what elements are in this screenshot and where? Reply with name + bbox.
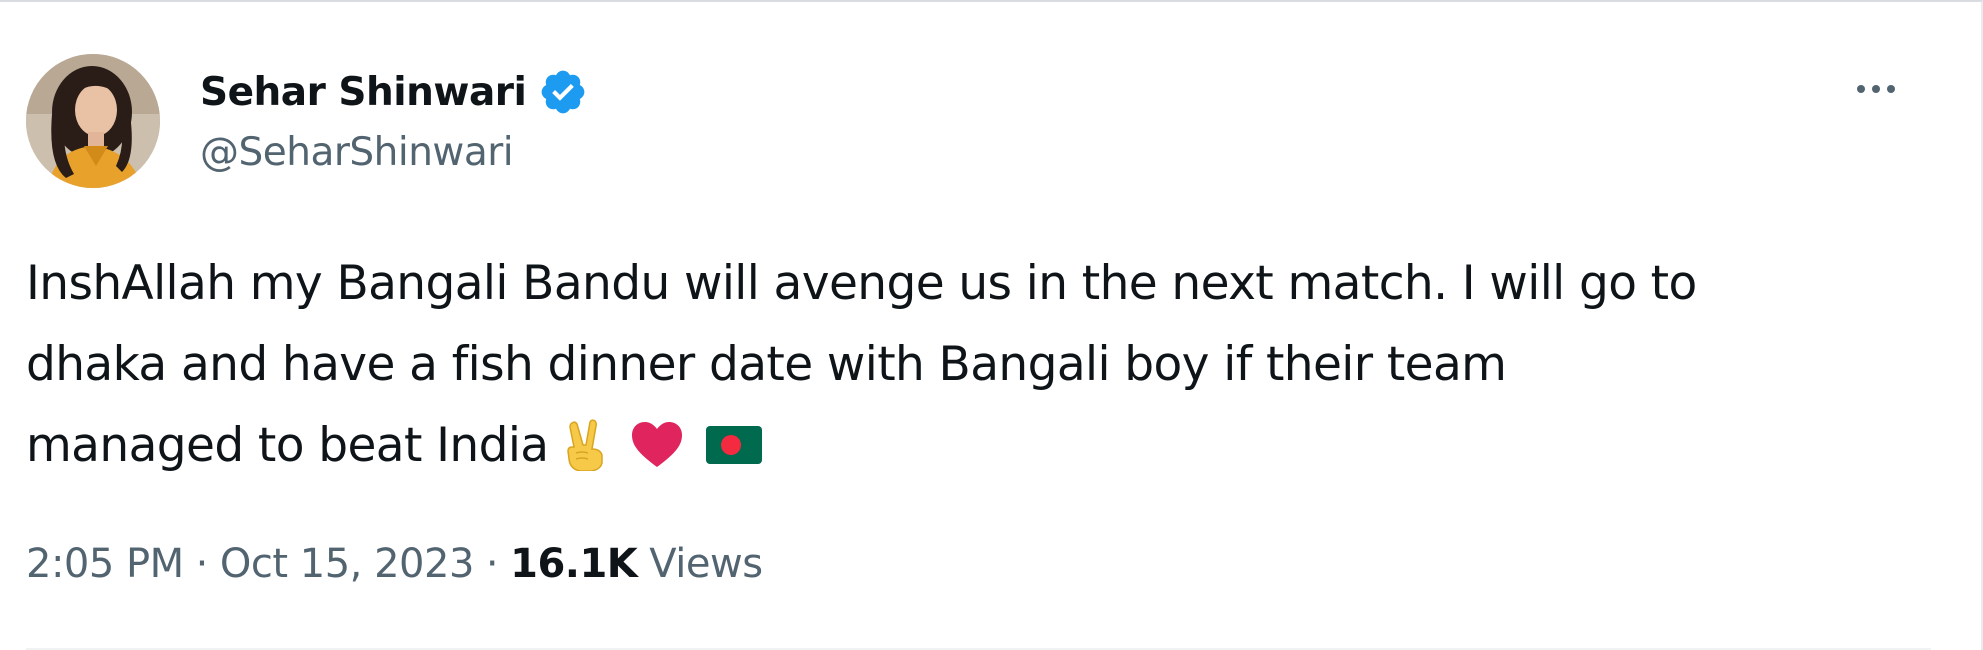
- author-display-name[interactable]: Sehar Shinwari: [200, 70, 527, 115]
- author-avatar[interactable]: [26, 54, 160, 188]
- bangladesh-flag-emoji-icon: [706, 425, 763, 464]
- tweet-text-line-content: managed to beat India: [26, 418, 549, 473]
- meta-separator: ·: [195, 541, 209, 587]
- verified-badge-icon[interactable]: [538, 67, 588, 117]
- more-options-icon[interactable]: [1846, 72, 1906, 106]
- emoji-row: [562, 418, 763, 471]
- tweet-meta: 2:05 PM · Oct 15, 2023 · 16.1K Views: [26, 536, 763, 592]
- more-dot: [1857, 85, 1865, 93]
- views-count: 16.1K: [510, 541, 638, 587]
- more-dot: [1872, 85, 1880, 93]
- profile-photo-image: [26, 54, 160, 188]
- tweet-time[interactable]: 2:05 PM: [26, 541, 184, 587]
- tweet-card: Sehar Shinwari @SeharShinwari InshAllah …: [0, 0, 1983, 650]
- views-label: Views: [649, 541, 763, 587]
- tweet-text-line: InshAllah my Bangali Bandu will avenge u…: [26, 256, 1697, 311]
- tweet-date[interactable]: Oct 15, 2023: [220, 541, 475, 587]
- tweet-text: InshAllah my Bangali Bandu will avenge u…: [26, 243, 1926, 486]
- tweet-text-line: dhaka and have a fish dinner date with B…: [26, 337, 1507, 392]
- meta-separator: ·: [485, 541, 499, 587]
- victory-hand-emoji-icon: [562, 418, 608, 471]
- author-handle[interactable]: @SeharShinwari: [200, 130, 514, 175]
- author-name-row: Sehar Shinwari: [200, 64, 588, 120]
- red-heart-emoji-icon: [630, 421, 684, 469]
- more-dot: [1887, 85, 1895, 93]
- tweet-text-line-last: managed to beat India: [26, 405, 1926, 486]
